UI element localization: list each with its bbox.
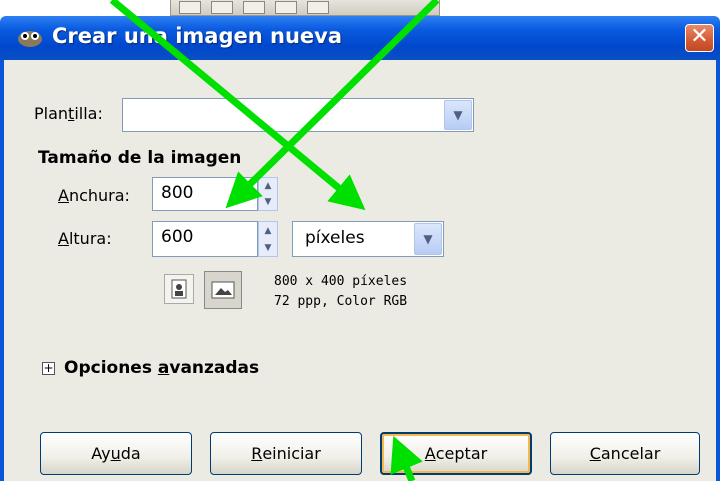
tool-icon [275,1,297,14]
dialog-body: Plantilla: ▼ Tamaño de la imagen Anchura… [0,60,720,481]
dialog-title: Crear una imagen nueva [52,24,343,48]
chevron-down-icon[interactable]: ▼ [444,100,472,130]
spin-up-icon[interactable]: ▲ [259,178,277,194]
height-spinner[interactable]: ▲ ▼ [258,221,278,257]
image-size-heading: Tamaño de la imagen [38,148,242,168]
gimp-icon [18,31,42,47]
tool-icon [211,1,233,14]
cancel-button[interactable]: Cancelar [550,432,700,475]
resolution-info: 72 ppp, Color RGB [274,294,408,309]
title-bar[interactable]: Crear una imagen nueva ✕ [0,16,720,60]
template-combo[interactable]: ▼ [122,98,474,132]
tool-icon [243,1,265,14]
tool-icon [179,1,201,14]
spin-down-icon[interactable]: ▼ [259,194,277,210]
width-label: Anchura: [58,186,130,205]
advanced-options-label[interactable]: Opciones avanzadas [64,358,259,378]
expand-icon[interactable]: + [42,362,55,375]
close-button[interactable]: ✕ [685,24,714,52]
units-value: píxeles [305,228,365,248]
units-combo[interactable]: píxeles ▼ [292,221,444,257]
height-input[interactable]: 600 [152,221,258,257]
tool-icon [307,1,329,14]
background-toolbar [170,0,440,16]
size-info: 800 x 400 píxeles [274,274,408,289]
spin-down-icon[interactable]: ▼ [259,239,277,256]
help-button[interactable]: Ay u da [40,432,192,475]
new-image-dialog: Crear una imagen nueva ✕ Plantilla: ▼ Ta… [0,16,720,481]
reset-button[interactable]: Reiniciar [210,432,362,475]
height-label: Altura: [58,229,112,248]
template-label: Plantilla: [34,104,103,123]
portrait-orientation-icon[interactable] [164,274,194,304]
chevron-down-icon[interactable]: ▼ [414,223,442,255]
width-input[interactable]: 800 [152,177,258,211]
spin-up-icon[interactable]: ▲ [259,222,277,239]
landscape-orientation-icon[interactable] [204,271,242,309]
width-spinner[interactable]: ▲ ▼ [258,177,278,211]
ok-button[interactable]: Aceptar [380,432,532,475]
